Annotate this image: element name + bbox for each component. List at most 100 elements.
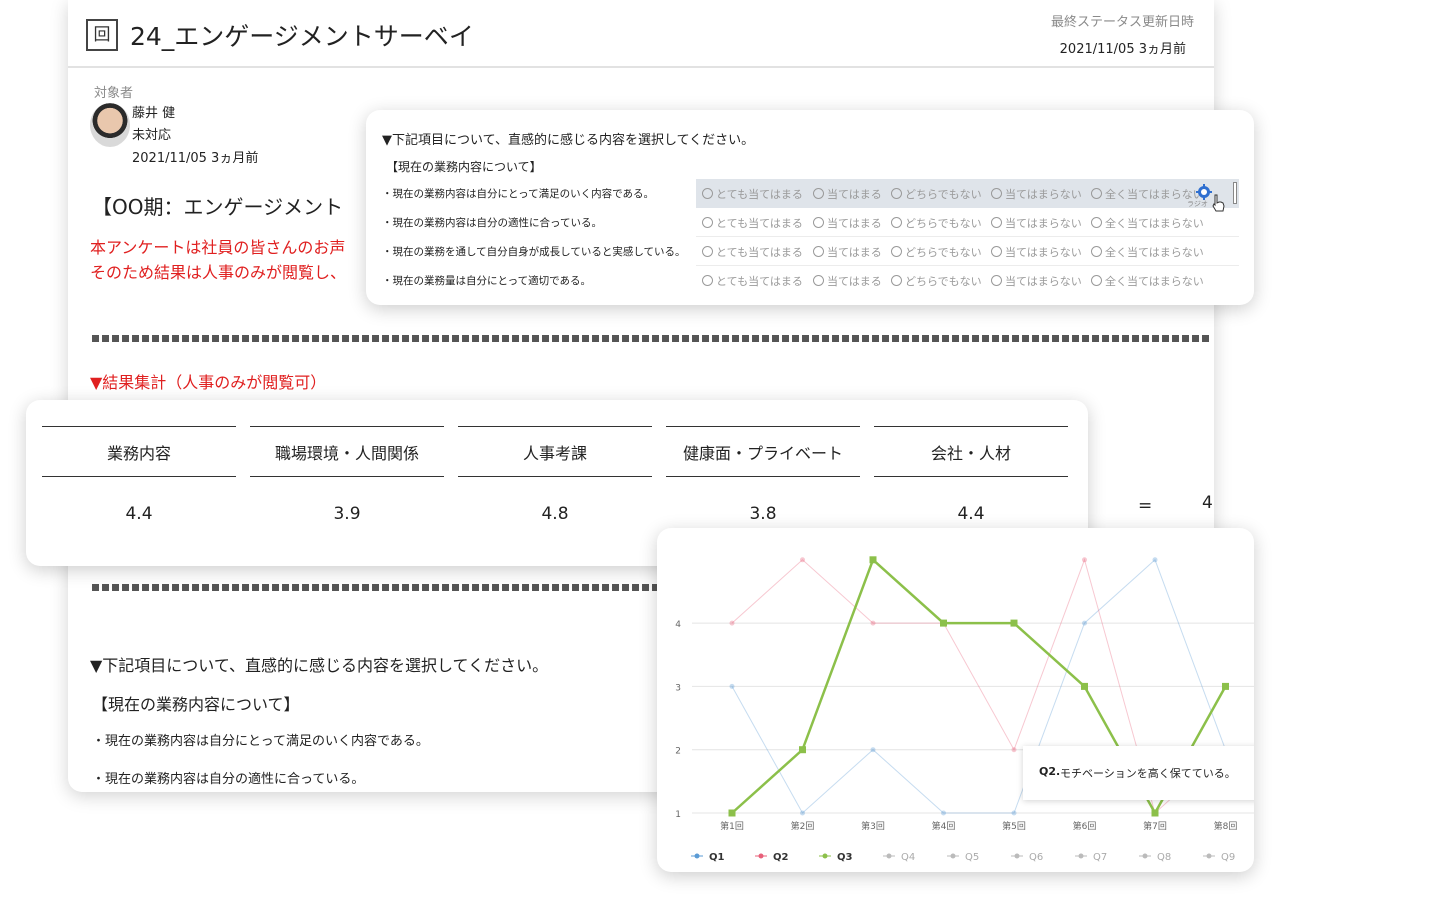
score-category: 職場環境・人間関係 bbox=[274, 444, 419, 463]
radio-option[interactable]: どちらでもない bbox=[891, 215, 982, 231]
radio-option[interactable]: 当てはまる bbox=[813, 273, 882, 289]
status-updated-label: 最終ステータス更新日時 bbox=[1050, 15, 1194, 30]
person-name[interactable]: 藤井 健 bbox=[132, 102, 175, 121]
line-chart-card: 1 2 3 4 第1回 第2回 第3回 第4回 第5回 第6回 第7回 第8回 Q1 Q2 Q3 Q4 Q5 Q6… bbox=[657, 528, 1254, 872]
legend-marker-q6 bbox=[1014, 853, 1020, 859]
score-value: 4.4 bbox=[957, 504, 985, 524]
survey-form-card: ▼下記項目について、直感的に感じる内容を選択してください。 【現在の業務内容につ… bbox=[366, 110, 1254, 305]
period-title: 【OO期：エンゲージメント bbox=[92, 195, 344, 219]
radio-field-tag: ラジオ bbox=[1187, 200, 1208, 208]
radio-option[interactable]: どちらでもない bbox=[891, 273, 982, 289]
survey-question: ・現在の業務量は自分にとって適切である。 bbox=[382, 275, 592, 287]
radio-option[interactable]: 当てはまらない bbox=[991, 186, 1082, 202]
radio-group: とても当てはまる 当てはまる どちらでもない 当てはまらない 全く当てはまらない bbox=[696, 208, 1239, 237]
survey-question: ・現在の業務内容は自分にとって満足のいく内容である。 bbox=[92, 734, 429, 749]
table-rule bbox=[666, 426, 860, 427]
radio-option[interactable]: 当てはまらない bbox=[991, 244, 1082, 260]
legend-label-q3: Q3 bbox=[837, 852, 853, 863]
legend-marker-q1 bbox=[694, 853, 700, 859]
survey-row: ・現在の業務内容は自分の適性に合っている。 とても当てはまる 当てはまる どちら… bbox=[378, 208, 1240, 237]
radio-group: とても当てはまる 当てはまる どちらでもない 当てはまらない 全く当てはまらない bbox=[696, 266, 1239, 295]
y-tick-label: 2 bbox=[675, 747, 681, 757]
legend-label-q7: Q7 bbox=[1093, 852, 1107, 863]
score-value: 3.8 bbox=[749, 504, 777, 524]
survey-question: ・現在の業務内容は自分にとって満足のいく内容である。 bbox=[382, 188, 655, 200]
survey-question: ・現在の業務内容は自分の適性に合っている。 bbox=[382, 217, 602, 229]
radio-option[interactable]: 全く当てはまらない bbox=[1091, 244, 1204, 260]
survey-row: ・現在の業務を通して自分自身が成長していると実感している。 とても当てはまる 当… bbox=[378, 237, 1240, 266]
equals-value: 4 bbox=[1202, 493, 1213, 513]
radio-group: とても当てはまる 当てはまる どちらでもない 当てはまらない 全く当てはまらない bbox=[696, 179, 1239, 208]
radio-option[interactable]: どちらでもない bbox=[891, 186, 982, 202]
legend-label-q1: Q1 bbox=[709, 852, 725, 863]
legend-label-q9: Q9 bbox=[1221, 852, 1235, 863]
x-tick-label: 第6回 bbox=[1073, 820, 1097, 832]
x-tick-label: 第8回 bbox=[1214, 820, 1238, 832]
radio-option[interactable]: とても当てはまる bbox=[702, 244, 803, 260]
scrollbar-thumb[interactable] bbox=[1233, 182, 1237, 204]
legend-marker-q5 bbox=[950, 853, 956, 859]
data-point-q3 bbox=[1010, 619, 1018, 627]
table-rule bbox=[42, 476, 236, 477]
gear-icon[interactable] bbox=[1196, 184, 1212, 200]
data-point-q1 bbox=[1082, 620, 1087, 626]
radio-option[interactable]: 当てはまらない bbox=[991, 215, 1082, 231]
person-status: 未対応 bbox=[132, 128, 172, 143]
x-tick-label: 第2回 bbox=[791, 820, 815, 832]
legend-label-q6: Q6 bbox=[1029, 852, 1043, 863]
data-point-q1 bbox=[1152, 557, 1158, 563]
table-rule bbox=[250, 476, 444, 477]
x-tick-label: 第4回 bbox=[932, 820, 956, 832]
radio-option[interactable]: 当てはまらない bbox=[991, 273, 1082, 289]
score-value: 4.4 bbox=[125, 504, 153, 524]
score-category: 健康面・プライベート bbox=[682, 444, 843, 463]
y-tick-label: 3 bbox=[675, 683, 681, 693]
y-tick-label: 4 bbox=[675, 620, 681, 630]
data-point-q3 bbox=[1222, 682, 1229, 690]
line-chart: 1 2 3 4 第1回 第2回 第3回 第4回 第5回 第6回 第7回 第8回 Q1 Q2 Q3 Q4 Q5 Q6… bbox=[675, 556, 1254, 863]
data-point-q3 bbox=[1081, 682, 1088, 690]
avatar[interactable] bbox=[90, 103, 130, 147]
status-updated-value: 2021/11/05 3ヵ月前 bbox=[1059, 42, 1186, 57]
data-point-q1 bbox=[941, 810, 946, 816]
survey-instruction: ▼下記項目について、直感的に感じる内容を選択してください。 bbox=[90, 656, 549, 675]
radio-option[interactable]: とても当てはまる bbox=[702, 186, 803, 202]
table-rule bbox=[458, 476, 652, 477]
legend-label-q4: Q4 bbox=[901, 852, 915, 863]
chart-tooltip: Q2. モチベーションを高く保てている。 bbox=[1023, 746, 1254, 800]
radio-option[interactable]: とても当てはまる bbox=[702, 273, 803, 289]
survey-question: ・現在の業務内容は自分の適性に合っている。 bbox=[92, 772, 365, 787]
score-category: 会社・人材 bbox=[930, 444, 1011, 463]
data-point-q2 bbox=[729, 620, 735, 626]
data-point-q1 bbox=[870, 747, 876, 753]
y-tick-label: 1 bbox=[675, 810, 681, 820]
notice-line-1: 本アンケートは社員の皆さんのお声 bbox=[90, 238, 346, 257]
x-tick-label: 第7回 bbox=[1143, 820, 1167, 832]
score-category: 業務内容 bbox=[106, 444, 171, 463]
data-point-q1 bbox=[729, 683, 735, 689]
score-column: 健康面・プライベート 3.8 bbox=[666, 426, 860, 536]
radio-option[interactable]: 当てはまる bbox=[813, 186, 882, 202]
radio-option[interactable]: 当てはまる bbox=[813, 244, 882, 260]
equals-sign: = bbox=[1138, 496, 1153, 516]
table-rule bbox=[250, 426, 444, 427]
survey-section-title: 【現在の業務内容について】 bbox=[386, 160, 542, 174]
radio-option[interactable]: とても当てはまる bbox=[702, 215, 803, 231]
radio-option[interactable]: 全く当てはまらない bbox=[1091, 273, 1204, 289]
data-point-q3 bbox=[799, 746, 806, 754]
radio-option[interactable]: 当てはまる bbox=[813, 215, 882, 231]
radio-group: とても当てはまる 当てはまる どちらでもない 当てはまらない 全く当てはまらない bbox=[696, 237, 1239, 266]
data-point-q2 bbox=[1082, 557, 1087, 563]
document-header: 回 24_エンゲージメントサーベイ 最終ステータス更新日時 2021/11/05… bbox=[68, 0, 1214, 68]
tooltip-series-key: Q2. bbox=[1039, 765, 1061, 778]
section-divider bbox=[92, 584, 657, 591]
x-tick-label: 第5回 bbox=[1002, 820, 1026, 832]
score-value: 3.9 bbox=[333, 504, 361, 524]
score-column: 業務内容 4.4 bbox=[42, 426, 236, 536]
x-tick-label: 第3回 bbox=[861, 820, 885, 832]
radio-option[interactable]: 全く当てはまらない bbox=[1091, 215, 1204, 231]
notice-line-2: そのため結果は人事のみが閲覧し、 bbox=[90, 263, 347, 282]
radio-option[interactable]: どちらでもない bbox=[891, 244, 982, 260]
data-point-q3 bbox=[1151, 809, 1159, 817]
survey-section-title: 【現在の業務内容について】 bbox=[92, 695, 300, 714]
